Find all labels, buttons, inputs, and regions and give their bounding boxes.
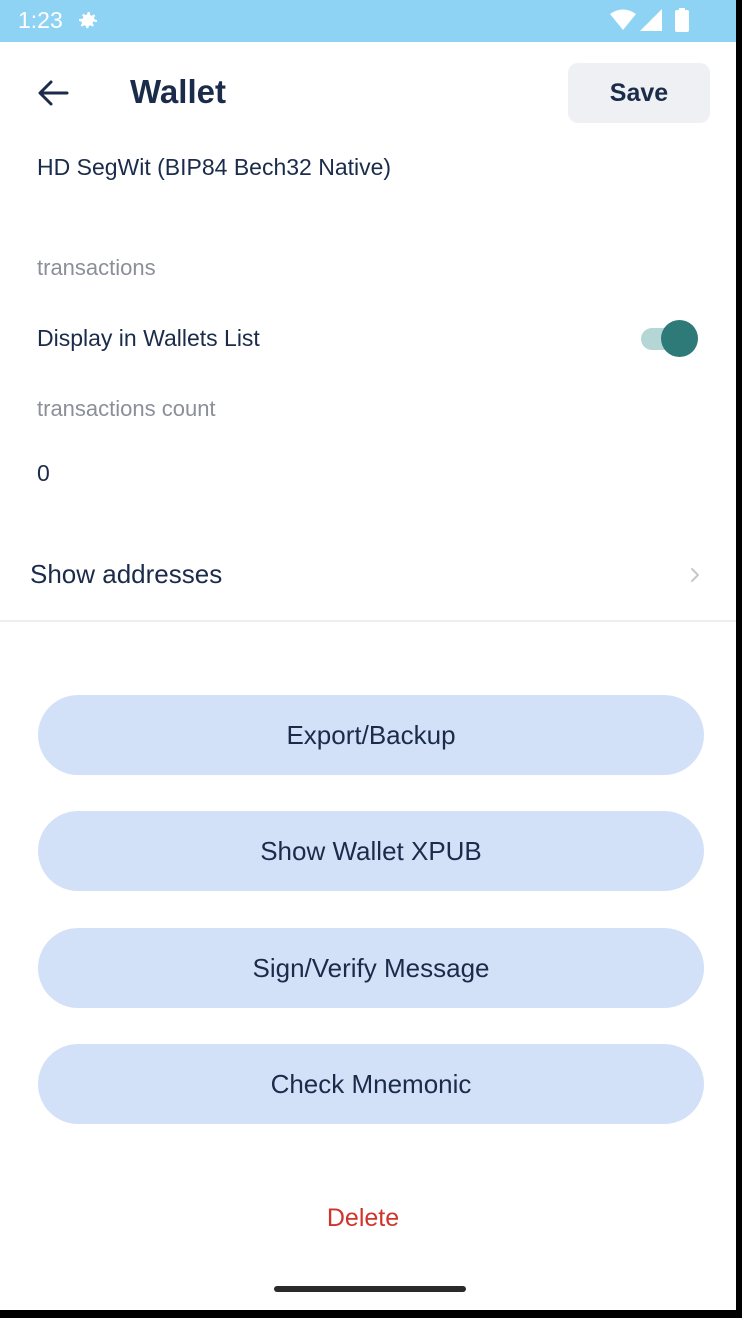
status-time: 1:23 bbox=[18, 7, 63, 33]
transactions-count-value: 0 bbox=[37, 460, 50, 486]
show-addresses-row[interactable]: Show addresses bbox=[0, 540, 736, 614]
transactions-section-label: transactions bbox=[37, 255, 156, 280]
arrow-left-icon bbox=[38, 80, 69, 106]
sign-verify-message-button[interactable]: Sign/Verify Message bbox=[38, 928, 704, 1008]
display-in-wallets-list-toggle[interactable] bbox=[641, 320, 699, 357]
chevron-right-icon bbox=[691, 568, 699, 582]
home-indicator[interactable] bbox=[274, 1286, 466, 1292]
page-title: Wallet bbox=[130, 73, 226, 110]
export-backup-button[interactable]: Export/Backup bbox=[38, 695, 704, 775]
display-in-wallets-list-label: Display in Wallets List bbox=[37, 325, 260, 351]
back-button[interactable] bbox=[30, 70, 76, 116]
delete-button[interactable]: Delete bbox=[300, 1196, 426, 1240]
gear-icon bbox=[79, 12, 97, 29]
save-button[interactable]: Save bbox=[568, 63, 710, 123]
check-mnemonic-button[interactable]: Check Mnemonic bbox=[38, 1044, 704, 1124]
toggle-thumb bbox=[661, 320, 698, 357]
wallet-type-label: HD SegWit (BIP84 Bech32 Native) bbox=[37, 154, 392, 180]
transactions-count-label: transactions count bbox=[37, 396, 216, 421]
status-bar: 1:23 bbox=[0, 0, 736, 42]
divider bbox=[0, 620, 736, 622]
wifi-icon bbox=[610, 9, 636, 30]
signal-icon bbox=[640, 9, 662, 31]
show-wallet-xpub-button[interactable]: Show Wallet XPUB bbox=[38, 811, 704, 891]
wallet-details-screen: 1:23 Wallet Save HD SegWit (BIP84 Bech32… bbox=[0, 0, 736, 1310]
battery-icon bbox=[675, 8, 689, 32]
show-addresses-label: Show addresses bbox=[30, 559, 223, 589]
